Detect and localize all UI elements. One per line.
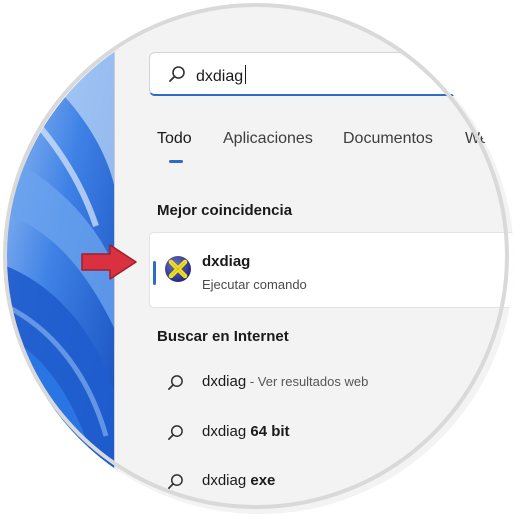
start-search-panel: dxdiag Todo Aplicaciones Documentos We M… — [114, 6, 514, 514]
best-match-subtitle: Ejecutar comando — [202, 277, 307, 292]
red-arrow-icon — [81, 244, 137, 280]
selection-indicator — [153, 261, 156, 285]
web-search-heading: Buscar en Internet — [157, 328, 289, 345]
search-input[interactable]: dxdiag — [149, 52, 514, 96]
zoomed-screenshot: dxdiag Todo Aplicaciones Documentos We M… — [0, 0, 520, 520]
tab-aplicaciones[interactable]: Aplicaciones — [223, 128, 313, 150]
search-query-text[interactable]: dxdiag — [196, 65, 247, 87]
web-result-item[interactable]: dxdiag exe — [167, 467, 514, 497]
active-tab-indicator — [169, 160, 183, 163]
best-match-heading: Mejor coincidencia — [157, 202, 293, 219]
web-result-item[interactable]: dxdiag - Ver resultados web — [167, 368, 514, 398]
search-icon — [168, 375, 183, 390]
search-icon — [168, 474, 183, 489]
web-result-text: dxdiag - Ver resultados web — [202, 373, 369, 390]
tab-web[interactable]: We — [465, 128, 489, 150]
web-result-text: dxdiag 64 bit — [202, 423, 290, 440]
best-match-name: dxdiag — [202, 253, 251, 270]
tab-documentos[interactable]: Documentos — [343, 128, 433, 150]
search-icon — [168, 425, 183, 440]
tab-todo[interactable]: Todo — [157, 128, 192, 150]
text-caret — [245, 65, 247, 84]
search-icon — [169, 66, 185, 82]
best-match-result[interactable]: dxdiag Ejecutar comando — [149, 232, 514, 308]
web-result-text: dxdiag exe — [202, 472, 276, 489]
web-result-item[interactable]: dxdiag 64 bit — [167, 418, 514, 448]
directx-icon — [165, 256, 191, 282]
